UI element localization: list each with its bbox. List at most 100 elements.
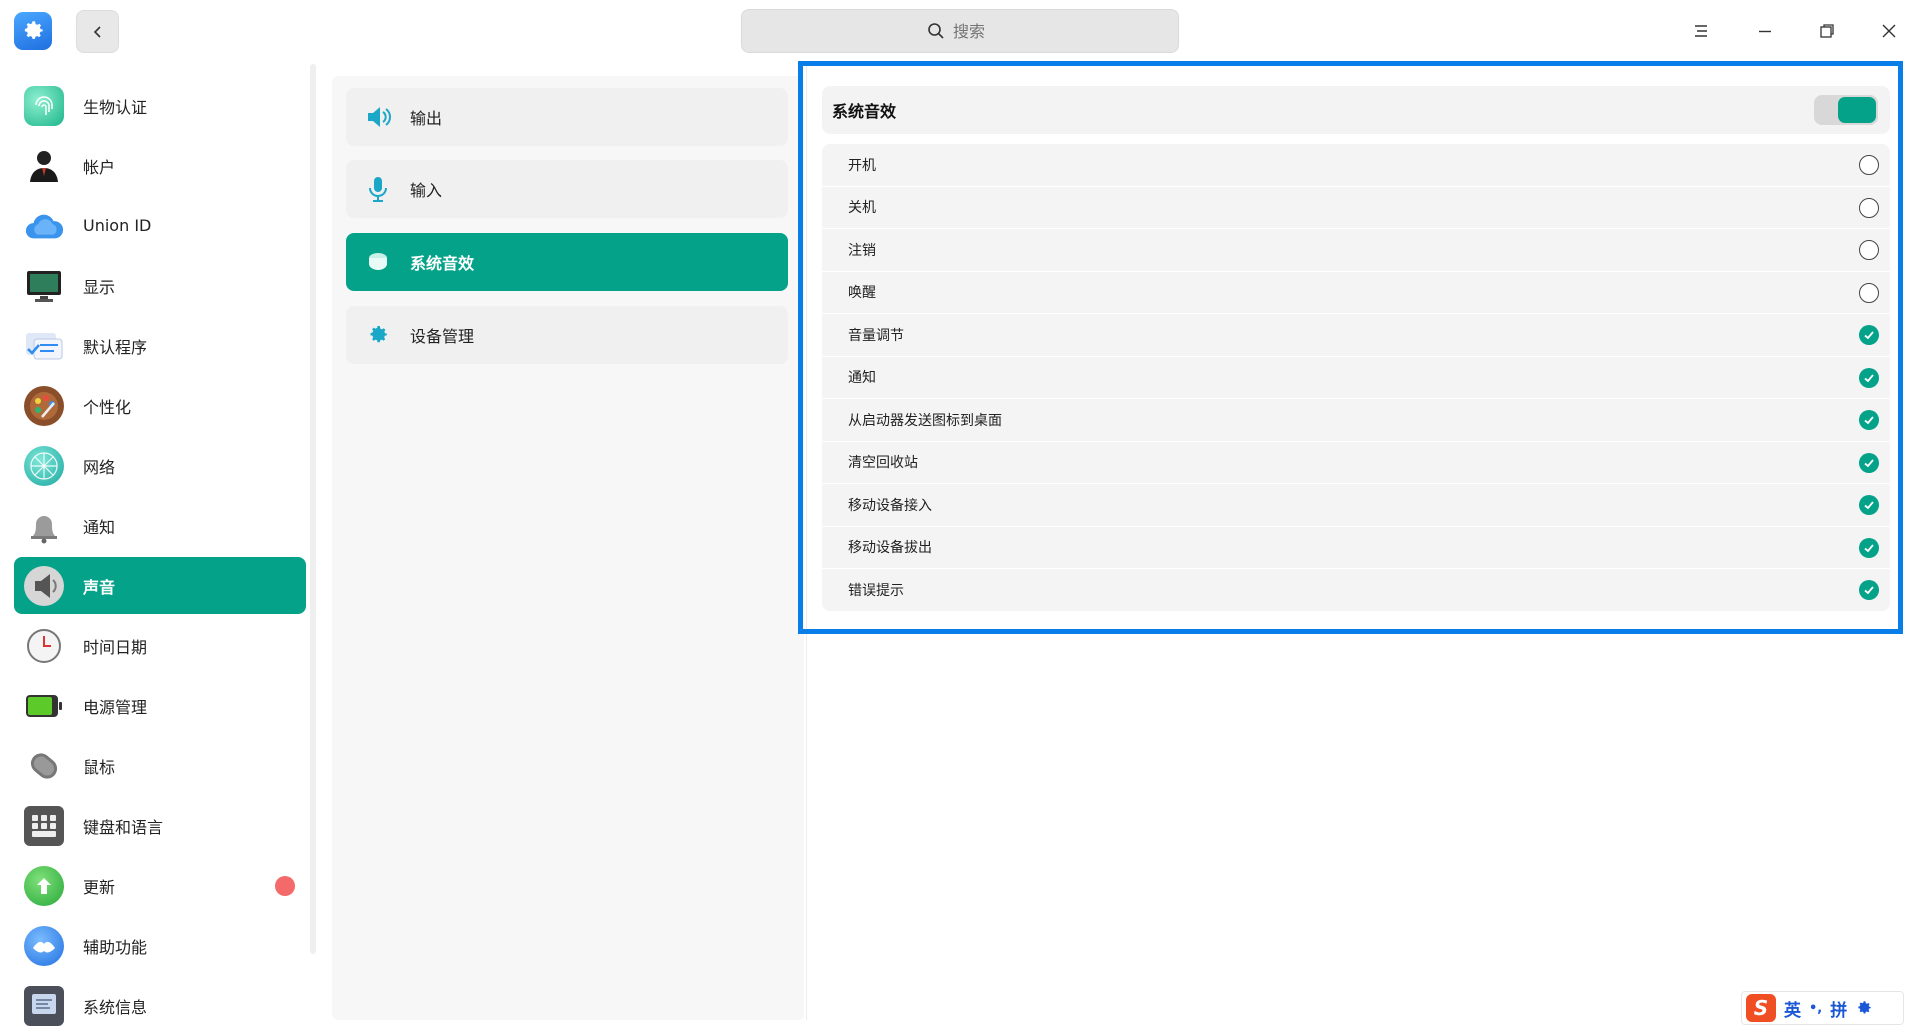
- sound-effect-label: 开机: [848, 157, 876, 174]
- sidebar-item-biometric[interactable]: 生物认证: [14, 77, 306, 134]
- sound-effect-row[interactable]: 从启动器发送图标到桌面: [822, 399, 1890, 441]
- checked-icon[interactable]: [1859, 580, 1879, 600]
- ime-pinyin-mode[interactable]: 拼: [1830, 996, 1847, 1021]
- sidebar-item-label: 个性化: [83, 397, 132, 417]
- sidebar-item-label: 更新: [83, 877, 116, 897]
- sidebar-item-label: 键盘和语言: [83, 817, 164, 837]
- sidebar-item-notification[interactable]: 通知: [14, 497, 306, 554]
- unchecked-icon[interactable]: [1859, 197, 1879, 218]
- sidebar-item-label: 时间日期: [83, 637, 148, 657]
- sound-effect-row[interactable]: 移动设备接入: [822, 484, 1890, 526]
- sidebar-item-label: 电源管理: [83, 697, 148, 717]
- sidebar-item-label: 显示: [83, 277, 116, 297]
- fingerprint-icon: [24, 85, 64, 126]
- sidebar-item-label: 通知: [83, 517, 116, 537]
- sidebar-item-accessibility[interactable]: 辅助功能: [14, 917, 306, 974]
- speaker-output-icon: [364, 103, 392, 131]
- sound-effect-row[interactable]: 音量调节: [822, 314, 1890, 356]
- sidebar-item-personalization[interactable]: 个性化: [14, 377, 306, 434]
- sound-effect-row[interactable]: 关机: [822, 186, 1890, 228]
- search-box[interactable]: [741, 9, 1179, 53]
- sound-effect-row[interactable]: 开机: [822, 144, 1890, 186]
- sound-effects-toggle[interactable]: [1814, 95, 1878, 125]
- sound-effect-row[interactable]: 移动设备拔出: [822, 526, 1890, 568]
- update-icon: [24, 865, 64, 906]
- menu-button[interactable]: [1684, 14, 1718, 48]
- sound-effect-row[interactable]: 注销: [822, 229, 1890, 271]
- sound-effect-label: 关机: [848, 200, 876, 217]
- gear-icon: [364, 321, 392, 349]
- sound-effect-row[interactable]: 错误提示: [822, 569, 1890, 611]
- sidebar-item-account[interactable]: 帐户: [14, 137, 306, 194]
- restore-icon: [1820, 24, 1834, 38]
- sound-effect-label: 音量调节: [848, 327, 904, 344]
- sidebar-item-label: 网络: [83, 457, 116, 477]
- submenu-item-device-management[interactable]: 设备管理: [346, 306, 788, 364]
- default-apps-icon: [24, 326, 64, 366]
- sound-effect-row[interactable]: 唤醒: [822, 271, 1890, 313]
- sound-effects-title: 系统音效: [832, 102, 897, 121]
- sidebar-item-label: Union ID: [83, 216, 152, 235]
- update-badge: [275, 876, 295, 896]
- sidebar-item-display[interactable]: 显示: [14, 257, 306, 314]
- checked-icon[interactable]: [1859, 537, 1879, 558]
- checked-icon[interactable]: [1859, 452, 1879, 473]
- sidebar-item-mouse[interactable]: 鼠标: [14, 737, 306, 794]
- palette-icon: [24, 385, 64, 426]
- submenu-item-input[interactable]: 输入: [346, 160, 788, 218]
- submenu-item-output[interactable]: 输出: [346, 88, 788, 146]
- sogou-logo-icon[interactable]: S: [1746, 994, 1776, 1022]
- ime-punctuation-toggle[interactable]: •,: [1809, 1001, 1822, 1016]
- sidebar-item-keyboard[interactable]: 键盘和语言: [14, 797, 306, 854]
- ime-toolbar[interactable]: S 英 •, 拼: [1741, 991, 1904, 1025]
- sidebar-item-power[interactable]: 电源管理: [14, 677, 306, 734]
- sidebar-item-label: 系统信息: [83, 997, 148, 1017]
- speaker-icon: [24, 565, 64, 606]
- sound-effects-header: 系统音效: [822, 86, 1890, 134]
- submenu-item-sound-effects[interactable]: 系统音效: [346, 233, 788, 291]
- unchecked-icon[interactable]: [1859, 240, 1879, 260]
- sound-effect-row[interactable]: 通知: [822, 356, 1890, 398]
- network-icon: [24, 445, 64, 486]
- checked-icon[interactable]: [1859, 325, 1879, 345]
- close-button[interactable]: [1872, 14, 1906, 48]
- unchecked-icon[interactable]: [1859, 282, 1879, 303]
- sidebar-item-datetime[interactable]: 时间日期: [14, 617, 306, 674]
- sound-effect-label: 注销: [848, 242, 876, 259]
- checked-icon[interactable]: [1859, 367, 1879, 388]
- minimize-button[interactable]: [1748, 14, 1782, 48]
- minimize-icon: [1759, 30, 1771, 33]
- microphone-icon: [364, 175, 392, 203]
- sidebar-item-union-id[interactable]: Union ID: [14, 197, 306, 254]
- clock-icon: [24, 626, 64, 666]
- sound-effect-label: 从启动器发送图标到桌面: [848, 412, 1002, 429]
- sidebar-item-sound[interactable]: 声音: [14, 557, 306, 614]
- search-input[interactable]: [953, 21, 993, 41]
- close-icon: [1882, 24, 1896, 38]
- restore-button[interactable]: [1810, 14, 1844, 48]
- display-icon: [24, 266, 64, 306]
- sidebar-item-default-apps[interactable]: 默认程序: [14, 317, 306, 374]
- checked-icon[interactable]: [1859, 410, 1879, 430]
- sidebar-item-network[interactable]: 网络: [14, 437, 306, 494]
- sidebar-item-label: 帐户: [83, 157, 116, 177]
- toggle-knob: [1838, 97, 1876, 123]
- sidebar-item-label: 声音: [83, 577, 116, 597]
- ime-language-toggle[interactable]: 英: [1784, 996, 1801, 1021]
- sound-effect-label: 清空回收站: [848, 455, 918, 472]
- sidebar-scrollbar[interactable]: [310, 64, 316, 954]
- submenu-item-label: 输入: [410, 181, 443, 200]
- checked-icon[interactable]: [1859, 495, 1879, 515]
- sidebar-item-label: 辅助功能: [83, 937, 148, 957]
- sidebar-item-update[interactable]: 更新: [14, 857, 306, 914]
- sidebar-item-label: 生物认证: [83, 97, 148, 117]
- sidebar-item-system-info[interactable]: 系统信息: [14, 977, 306, 1030]
- sound-effect-row[interactable]: 清空回收站: [822, 441, 1890, 483]
- control-center-logo-icon: [14, 12, 52, 50]
- ime-settings-icon[interactable]: [1855, 999, 1873, 1017]
- menu-icon: [1695, 25, 1707, 37]
- unchecked-icon[interactable]: [1859, 155, 1879, 175]
- sound-effect-label: 唤醒: [848, 285, 876, 302]
- back-button[interactable]: [76, 10, 119, 53]
- submenu-item-label: 设备管理: [410, 327, 475, 346]
